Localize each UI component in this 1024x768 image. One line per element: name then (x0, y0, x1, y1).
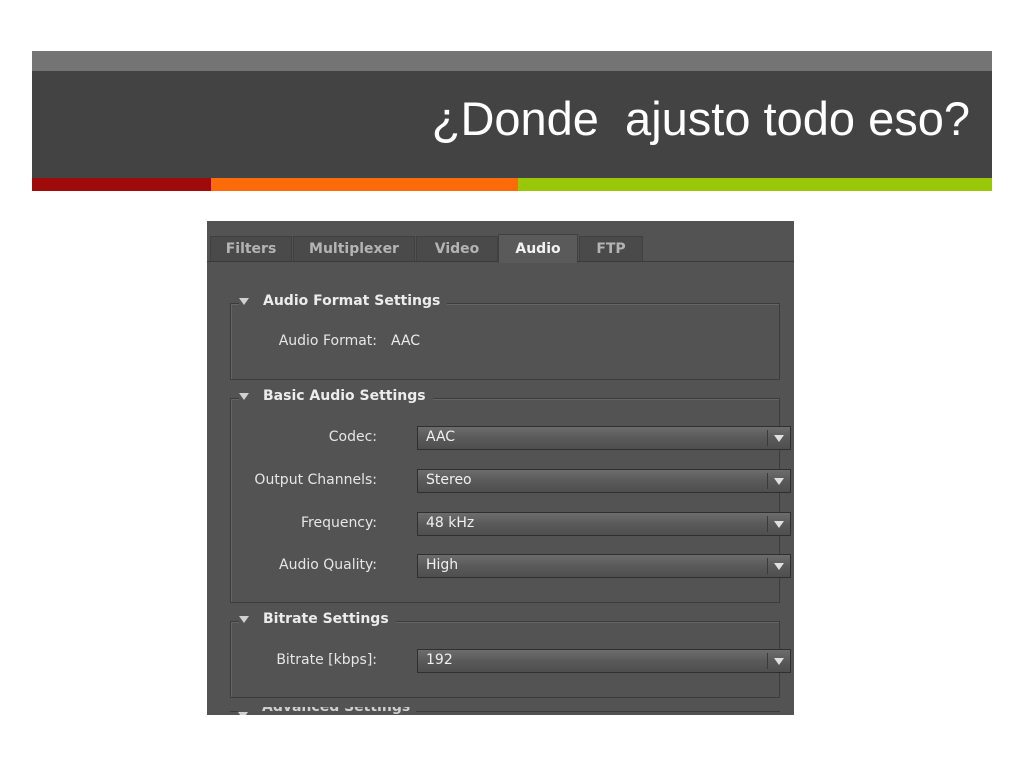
select-divider (767, 653, 768, 669)
codec-label: Codec: (328, 429, 377, 445)
codec-select[interactable]: AAC (417, 426, 791, 450)
bitrate-settings-header[interactable]: Bitrate Settings (239, 611, 396, 627)
bitrate-select[interactable]: 192 (417, 649, 791, 673)
basic-audio-settings-header[interactable]: Basic Audio Settings (239, 388, 433, 404)
bitrate-settings-group: Bitrate Settings Bitrate [kbps]: 192 (230, 611, 791, 698)
chevron-down-icon[interactable] (774, 478, 784, 485)
audio-format-value: AAC (391, 333, 421, 349)
audio-settings-panel: Filters Multiplexer Video Audio FTP Audi… (207, 221, 794, 715)
basic-audio-settings-title: Basic Audio Settings (263, 388, 426, 404)
triangle-down-icon[interactable] (238, 712, 248, 715)
tab-audio[interactable]: Audio (498, 234, 578, 263)
slide-header: ¿Donde ajusto todo eso? (32, 71, 992, 178)
tab-video[interactable]: Video (416, 236, 498, 262)
basic-audio-settings-group: Basic Audio Settings Codec: AAC Output C… (230, 388, 791, 603)
tab-bar: Filters Multiplexer Video Audio FTP (207, 221, 794, 263)
bitrate-select-value: 192 (426, 652, 453, 668)
bitrate-settings-title: Bitrate Settings (263, 611, 389, 627)
select-divider (767, 430, 768, 446)
frequency-label: Frequency: (300, 515, 377, 531)
header-top-band (32, 51, 992, 71)
audio-quality-select-value: High (426, 557, 459, 573)
chevron-down-icon[interactable] (774, 658, 784, 665)
triangle-down-icon[interactable] (239, 392, 249, 400)
slide-title: ¿Donde ajusto todo eso? (431, 92, 970, 145)
audio-format-settings-title: Audio Format Settings (263, 293, 441, 309)
accent-stripe-red (32, 178, 211, 191)
accent-stripe-orange (211, 178, 518, 191)
select-divider (767, 558, 768, 574)
advanced-settings-title: Advanced Settings (262, 707, 411, 715)
audio-format-settings-group: Audio Format Settings Audio Format: AAC (230, 293, 780, 380)
chevron-down-icon[interactable] (774, 521, 784, 528)
codec-select-value: AAC (426, 429, 456, 445)
audio-quality-label: Audio Quality: (279, 557, 377, 573)
output-channels-select[interactable]: Stereo (417, 469, 791, 493)
tab-ftp[interactable]: FTP (579, 236, 643, 262)
tab-filters[interactable]: Filters (210, 236, 292, 262)
chevron-down-icon[interactable] (774, 563, 784, 570)
tab-multiplexer[interactable]: Multiplexer (293, 236, 415, 262)
accent-stripe-green (518, 178, 992, 191)
advanced-settings-header[interactable]: Advanced Settings (238, 707, 417, 715)
audio-format-label: Audio Format: (278, 333, 377, 349)
triangle-down-icon[interactable] (239, 297, 249, 305)
frequency-select-value: 48 kHz (426, 515, 475, 531)
bitrate-label: Bitrate [kbps]: (276, 652, 377, 668)
output-channels-select-value: Stereo (426, 472, 472, 488)
output-channels-label: Output Channels: (254, 472, 377, 488)
audio-format-settings-header[interactable]: Audio Format Settings (239, 293, 448, 309)
triangle-down-icon[interactable] (239, 615, 249, 623)
select-divider (767, 516, 768, 532)
select-divider (767, 473, 768, 489)
frequency-select[interactable]: 48 kHz (417, 512, 791, 536)
audio-quality-select[interactable]: High (417, 554, 791, 578)
chevron-down-icon[interactable] (774, 435, 784, 442)
